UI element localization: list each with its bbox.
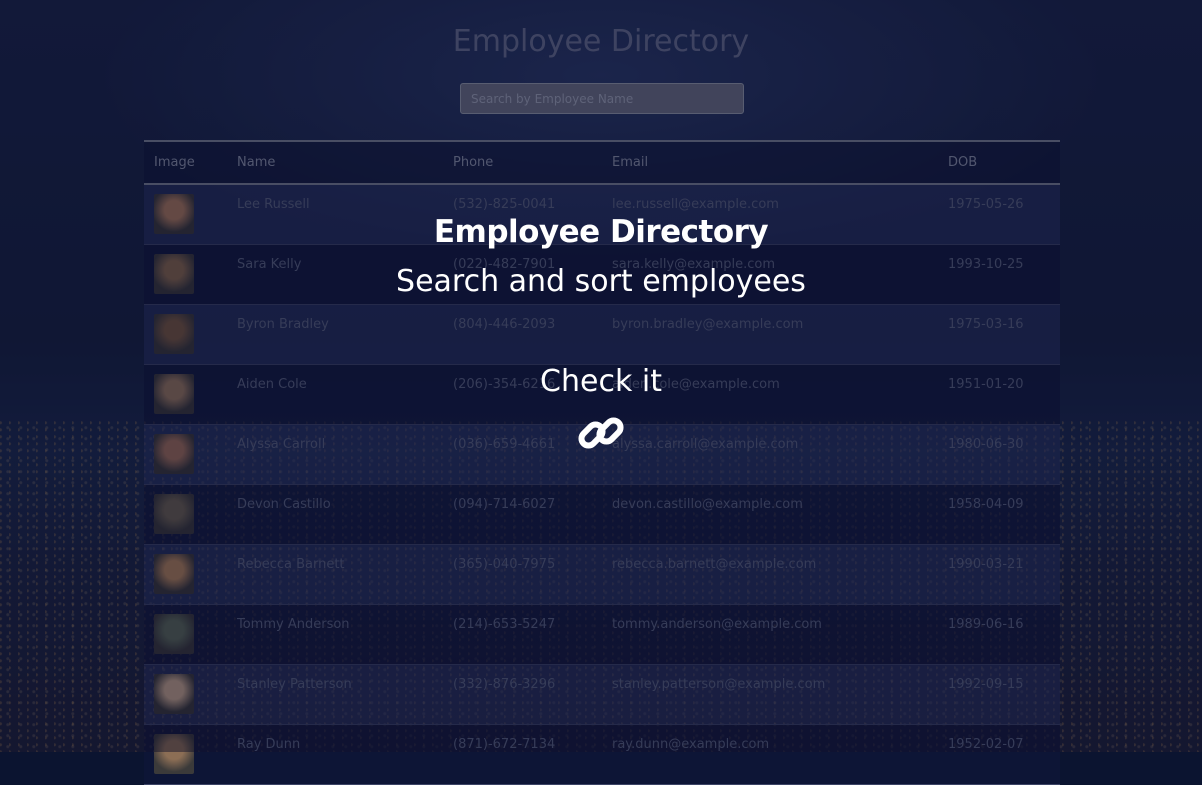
overlay-title: Employee Directory [433, 214, 769, 250]
check-it-link[interactable]: Check it [0, 364, 1202, 399]
overlay-subtitle: Search and sort employees [396, 264, 806, 299]
link-icon[interactable] [576, 408, 626, 458]
